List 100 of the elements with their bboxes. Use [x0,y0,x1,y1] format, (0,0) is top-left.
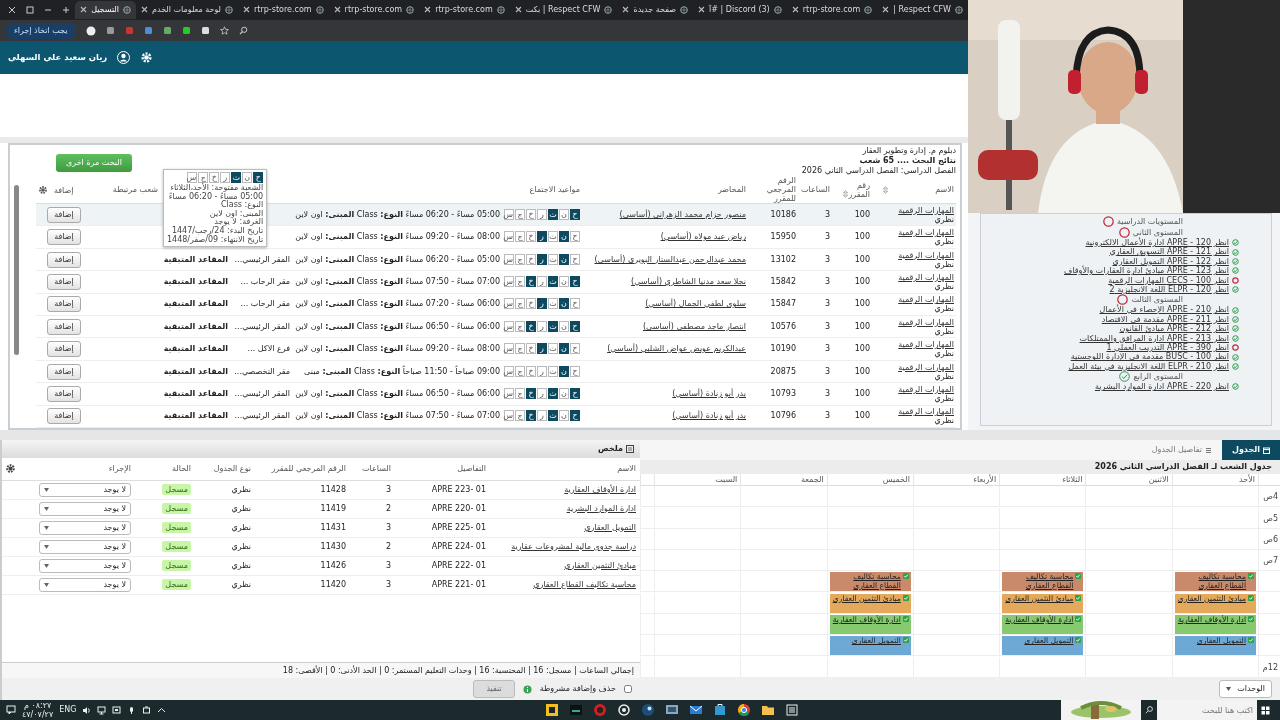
app-icon[interactable] [544,703,559,717]
clock-date[interactable]: ٤٧/٠٧/٢٧ [22,710,54,719]
course-link[interactable]: انظر APRE - 220 ادارة الموارد البشرية [1094,382,1229,392]
add-button[interactable]: إضافة [47,251,81,268]
browser-tab[interactable]: rtrp-store.com [419,0,510,19]
instructor-link[interactable]: رياض عبد مولاه (أساسي) [660,232,746,242]
instructor-link[interactable]: بدر أبو زنادة (أساسي) [672,411,746,421]
screen-icon[interactable] [112,705,122,715]
monitor-icon[interactable] [97,705,107,715]
device-icon[interactable] [142,705,152,715]
user-icon[interactable] [117,51,131,65]
action-dropdown[interactable]: لا يوجد [39,539,131,554]
add-button[interactable]: إضافة [47,408,81,425]
action-button[interactable]: يجب اتخاذ إجراء [6,22,76,39]
settings-icon[interactable] [140,51,154,65]
close-icon[interactable] [882,6,890,14]
app-icon[interactable] [640,703,655,717]
instructor-link[interactable]: بدر أبو زنادة (أساسي) [672,388,746,398]
search-icon[interactable] [238,26,248,36]
course-link[interactable]: المهارات الرقمية [892,295,954,305]
instructor-link[interactable]: انتصار ماجد مصطفى (أساسي) [642,321,746,331]
action-dropdown[interactable]: لا يوجد [39,482,131,497]
calendar-tab[interactable]: تفاصيل الجدول [1141,440,1222,460]
mail-icon[interactable] [688,703,703,717]
browser-tab[interactable]: التسجيل [75,0,136,19]
action-dropdown[interactable]: لا يوجد [39,577,131,592]
language-indicator[interactable]: ENG [59,704,77,716]
course-link[interactable]: دراسة جدوى مالية لمشروعات عقارية [511,541,636,551]
close-icon[interactable] [622,6,630,14]
add-button[interactable]: إضافة [47,206,81,223]
browser-tab[interactable]: صفحة جديدة [617,0,694,19]
add-button[interactable]: إضافة [47,273,81,290]
browser-tab[interactable]: Respect CFW | [877,0,968,19]
course-link[interactable]: انظر APRE - 121 التسويق العقاري [1109,247,1229,257]
volume-icon[interactable] [82,705,92,715]
computer-icon[interactable] [664,703,679,717]
close-icon[interactable] [698,6,706,14]
browser-icon[interactable] [736,703,751,717]
close-icon[interactable] [424,6,432,14]
search-field[interactable]: اكتب هنا للبحث [1157,700,1257,720]
browser-tab[interactable]: لوحة معلومات الخدم [136,0,239,19]
browser-tab[interactable]: (3) Discord | #آ [693,0,787,19]
course-link[interactable]: ادارة الأوقاف العقارية [564,484,636,494]
browser-tab[interactable]: rtrp-store.com [238,0,329,19]
add-button[interactable]: إضافة [47,385,81,402]
action-dropdown[interactable]: لا يوجد [39,558,131,573]
new-tab-icon[interactable] [62,5,71,14]
course-link[interactable]: المهارات الرقمية [892,250,954,260]
course-link[interactable]: انظر APRE - 211 مقدمة في الاقتصاد [1101,314,1229,325]
add-button[interactable]: إضافة [47,363,81,380]
chevron-icon[interactable] [157,705,167,715]
course-link[interactable]: انظر APRE - 210 الإحصاء في الأعمال [1099,305,1229,315]
notification-icon[interactable] [6,705,16,715]
instructor-link[interactable]: نجلا سعد مدنيا الشاطري (أساسي) [631,276,746,286]
close-icon[interactable] [333,6,341,14]
course-link[interactable]: المهارات الرقمية [892,407,954,417]
settings-icon[interactable] [38,184,48,195]
instructor-link[interactable]: عبدالكريم عويض عواض الشلبي (أساسي) [607,344,746,354]
action-dropdown[interactable]: لا يوجد [39,520,131,535]
add-button[interactable]: إضافة [47,229,81,246]
course-link[interactable]: المهارات الرقمية [892,340,954,350]
instructor-link[interactable]: سلوى لطفي الجمال (أساسي) [645,299,746,309]
course-link[interactable]: انظر APRE - 213 ادارة المرافق والممتلكات [1079,333,1229,344]
course-link[interactable]: محاسبة تكاليف القطاع العقاري [533,579,636,589]
scrollbar-thumb[interactable] [14,185,19,356]
course-link[interactable]: انظر APRE - 122 التمويل العقاري [1112,256,1229,267]
action-dropdown[interactable]: لا يوجد [39,501,131,516]
windows-start-icon[interactable] [1261,705,1270,715]
browser-tab[interactable]: rtrp-store.com [328,0,420,19]
course-link[interactable]: انظر APRE - 120 ادارة الأعمال الالكترونية [1085,238,1229,248]
close-icon[interactable] [243,6,251,14]
clock-time[interactable]: ٠٨:٢٧ م [22,701,54,710]
course-link[interactable]: انظر APRE - 390 التدريب العملي 1 [1106,343,1229,353]
add-button[interactable]: إضافة [47,318,81,335]
units-dropdown[interactable]: الوحدات [1219,680,1272,698]
course-link[interactable]: انظر ELPR - 210 اللغة الانجليزية في بيئة العمل [1068,361,1229,372]
calendar-tab[interactable]: الجدول [1221,440,1280,460]
folder-icon[interactable] [760,703,775,717]
add-button[interactable]: إضافة [47,341,81,358]
course-link[interactable]: انظر ELPR - 120 اللغة الانجليزية 2 [1109,285,1229,295]
course-link[interactable]: مبادئ التثمين العقاري [564,560,636,570]
store-icon[interactable] [712,703,727,717]
course-link[interactable]: انظر APRE - 212 مبادئ القانون [1119,324,1229,334]
browser-tab[interactable]: Respect CFW | بكت [509,0,618,19]
course-link[interactable]: التمويل العقاري [584,522,636,532]
terminal-icon[interactable] [568,703,583,717]
course-link[interactable]: انظر APRE - 123 مبادئ ادارة العقارات والأوقاف [1064,266,1229,276]
course-link[interactable]: المهارات الرقمية [892,272,954,282]
restore-icon[interactable] [26,5,35,14]
app-icon[interactable] [616,703,631,717]
course-link[interactable]: المهارات الرقمية [892,317,954,327]
close-icon[interactable] [80,6,88,14]
settings-icon[interactable] [5,462,16,474]
course-link[interactable]: المهارات الرقمية [892,205,954,215]
close-icon[interactable] [141,6,148,14]
course-link[interactable]: المهارات الرقمية [892,384,954,394]
star-icon[interactable] [219,26,229,36]
course-link[interactable]: المهارات الرقمية [892,362,954,372]
profile-avatar[interactable] [85,25,96,36]
browser-tab[interactable]: rtrp-store.com [786,0,878,19]
